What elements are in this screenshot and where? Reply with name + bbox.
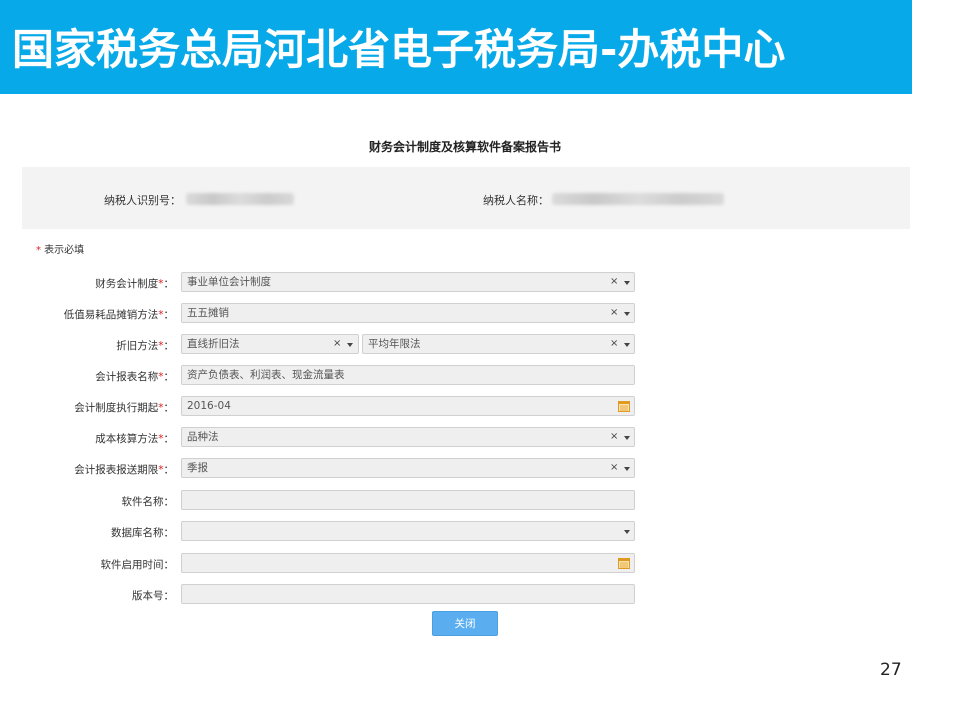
amortization-method-select[interactable]: 五五摊销 ×	[181, 303, 635, 323]
label-colon: ：	[163, 340, 175, 352]
label-colon: ：	[163, 433, 175, 445]
depreciation-method-select[interactable]: 直线折旧法 ×	[181, 334, 359, 354]
label-text: 低值易耗品摊销方法	[63, 309, 159, 321]
chevron-down-icon[interactable]	[624, 281, 630, 285]
chevron-down-icon[interactable]	[624, 530, 630, 534]
depreciation-sub-method-select[interactable]: 平均年限法 ×	[362, 334, 635, 354]
page-number: 27	[880, 660, 902, 680]
chevron-down-icon[interactable]	[624, 343, 630, 347]
clear-icon[interactable]: ×	[610, 459, 618, 477]
chevron-down-icon[interactable]	[347, 343, 353, 347]
label-colon: ：	[163, 590, 175, 602]
required-note: * 表示必填	[36, 241, 84, 256]
chevron-down-icon[interactable]	[624, 436, 630, 440]
clear-icon[interactable]: ×	[610, 304, 618, 322]
cost-method-select[interactable]: 品种法 ×	[181, 427, 635, 447]
header-banner: 国家税务总局河北省电子税务局-办税中心	[0, 0, 912, 94]
clear-icon[interactable]: ×	[610, 273, 618, 291]
label-text: 成本核算方法	[95, 433, 159, 445]
label-colon: ：	[163, 464, 175, 476]
label-text: 软件名称	[121, 496, 164, 508]
banner-title: 国家税务总局河北省电子税务局-办税中心	[12, 25, 786, 74]
database-name-select[interactable]	[181, 521, 635, 541]
row-label-amortization-method: 低值易耗品摊销方法*：	[22, 307, 174, 322]
label-colon: ：	[163, 371, 175, 383]
row-label-depreciation-method: 折旧方法*：	[22, 338, 174, 353]
clear-icon[interactable]: ×	[610, 335, 618, 353]
label-text: 数据库名称	[111, 527, 164, 539]
accounting-system-select[interactable]: 事业单位会计制度 ×	[181, 272, 635, 292]
label-text: 软件启用时间	[100, 559, 164, 571]
required-note-text: 表示必填	[41, 245, 85, 256]
label-colon: ：	[163, 527, 175, 539]
version-input[interactable]	[181, 584, 635, 604]
selected-value: 五五摊销	[187, 307, 229, 319]
selected-value: 季报	[187, 462, 208, 474]
selected-value: 直线折旧法	[187, 338, 240, 350]
label-text: 版本号	[132, 590, 164, 602]
input-value: 2016-04	[187, 400, 231, 412]
label-text: 会计报表报送期限	[74, 464, 159, 476]
calendar-icon[interactable]	[618, 557, 630, 569]
taxpayer-name-label: 纳税人名称：	[483, 194, 549, 207]
taxpayer-name-redacted	[552, 193, 724, 205]
row-label-cost-method: 成本核算方法*：	[22, 431, 174, 446]
taxpayer-id-redacted	[186, 193, 294, 205]
report-period-select[interactable]: 季报 ×	[181, 458, 635, 478]
label-text: 会计制度执行期起	[74, 402, 159, 414]
selected-value: 平均年限法	[368, 338, 421, 350]
form-title: 财务会计制度及核算软件备案报告书	[368, 140, 561, 154]
row-label-database-name: 数据库名称：	[22, 525, 174, 540]
label-text: 财务会计制度	[95, 278, 159, 290]
row-label-report-period: 会计报表报送期限*：	[22, 462, 174, 477]
row-label-software-start-date: 软件启用时间：	[22, 557, 175, 572]
software-start-date-input[interactable]	[181, 553, 635, 573]
clear-icon[interactable]: ×	[333, 335, 341, 353]
clear-icon[interactable]: ×	[610, 428, 618, 446]
close-button[interactable]: 关闭	[432, 611, 498, 636]
row-label-accounting-system: 财务会计制度*：	[22, 276, 174, 291]
chevron-down-icon[interactable]	[624, 467, 630, 471]
row-label-software-name: 软件名称：	[22, 494, 175, 509]
label-colon: ：	[163, 559, 175, 571]
row-label-effective-date: 会计制度执行期起*：	[22, 400, 174, 415]
selected-value: 事业单位会计制度	[187, 276, 271, 288]
chevron-down-icon[interactable]	[624, 312, 630, 316]
label-text: 折旧方法	[116, 340, 159, 352]
label-colon: ：	[163, 496, 175, 508]
calendar-icon[interactable]	[618, 400, 630, 412]
effective-date-input[interactable]: 2016-04	[181, 396, 635, 416]
label-text: 会计报表名称	[95, 371, 159, 383]
row-label-report-names: 会计报表名称*：	[22, 369, 174, 384]
row-label-version: 版本号：	[22, 588, 174, 603]
label-colon: ：	[163, 278, 175, 290]
report-names-input[interactable]: 资产负债表、利润表、现金流量表	[181, 365, 635, 385]
selected-value: 品种法	[187, 431, 219, 443]
input-value: 资产负债表、利润表、现金流量表	[187, 369, 345, 381]
label-colon: ：	[163, 402, 175, 414]
label-colon: ：	[163, 309, 175, 321]
taxpayer-id-label: 纳税人识别号：	[104, 194, 181, 207]
software-name-input[interactable]	[181, 490, 635, 510]
